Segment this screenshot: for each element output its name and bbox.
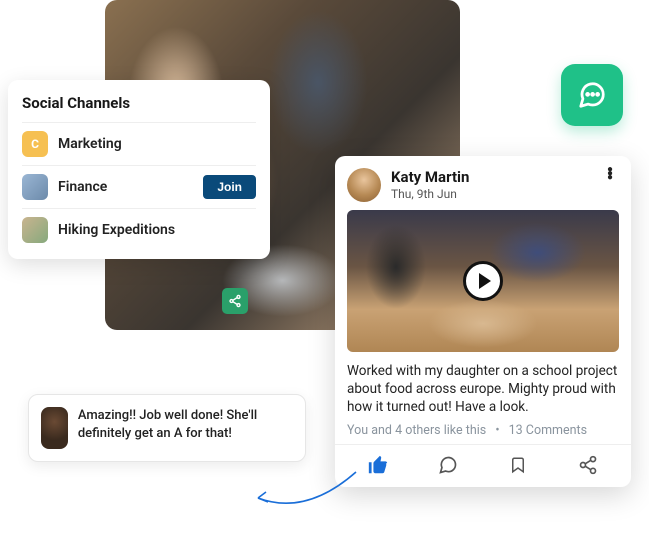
- post-likes-text[interactable]: You and 4 others like this: [347, 423, 486, 438]
- comment-text: Amazing!! Job well done! She'll definite…: [78, 407, 293, 442]
- arrow-annotation: [246, 468, 366, 528]
- thumbs-up-icon: [367, 454, 389, 476]
- comment-button[interactable]: [430, 451, 466, 479]
- comment-card: Amazing!! Job well done! She'll definite…: [28, 394, 306, 462]
- share-icon: [578, 455, 598, 475]
- channel-row-marketing[interactable]: C Marketing: [22, 122, 256, 165]
- post-date: Thu, 9th Jun: [391, 187, 601, 201]
- post-comments-text[interactable]: 13 Comments: [509, 423, 587, 438]
- chat-button[interactable]: [561, 64, 623, 126]
- channel-icon-finance: [22, 174, 48, 200]
- post-body: Worked with my daughter on a school proj…: [335, 352, 631, 423]
- post-media[interactable]: [347, 210, 619, 352]
- bookmark-icon: [509, 455, 527, 475]
- comment-avatar[interactable]: [41, 407, 68, 449]
- channel-label: Finance: [58, 179, 203, 195]
- post-card: Katy Martin Thu, 9th Jun ●●● Worked with…: [335, 156, 631, 487]
- join-button[interactable]: Join: [203, 175, 256, 199]
- channel-icon-hiking: [22, 217, 48, 243]
- social-channels-card: Social Channels C Marketing Finance Join…: [8, 80, 270, 259]
- separator: •: [495, 423, 499, 438]
- share-chip: [222, 288, 248, 314]
- channel-row-hiking[interactable]: Hiking Expeditions: [22, 208, 256, 251]
- post-author-name[interactable]: Katy Martin: [391, 168, 601, 186]
- post-menu-button[interactable]: ●●●: [601, 168, 619, 180]
- post-actions-bar: [335, 444, 631, 481]
- post-meta: You and 4 others like this • 13 Comments: [335, 423, 631, 444]
- post-author-avatar[interactable]: [347, 168, 381, 202]
- channel-row-finance[interactable]: Finance Join: [22, 165, 256, 208]
- channel-icon-marketing: C: [22, 131, 48, 157]
- social-channels-title: Social Channels: [22, 94, 256, 112]
- chat-icon: [577, 80, 607, 110]
- play-icon[interactable]: [463, 261, 503, 301]
- post-header: Katy Martin Thu, 9th Jun ●●●: [335, 156, 631, 210]
- channel-label: Hiking Expeditions: [58, 222, 256, 238]
- bookmark-button[interactable]: [500, 451, 536, 479]
- channel-label: Marketing: [58, 136, 256, 152]
- comment-icon: [438, 455, 458, 475]
- share-button[interactable]: [570, 451, 606, 479]
